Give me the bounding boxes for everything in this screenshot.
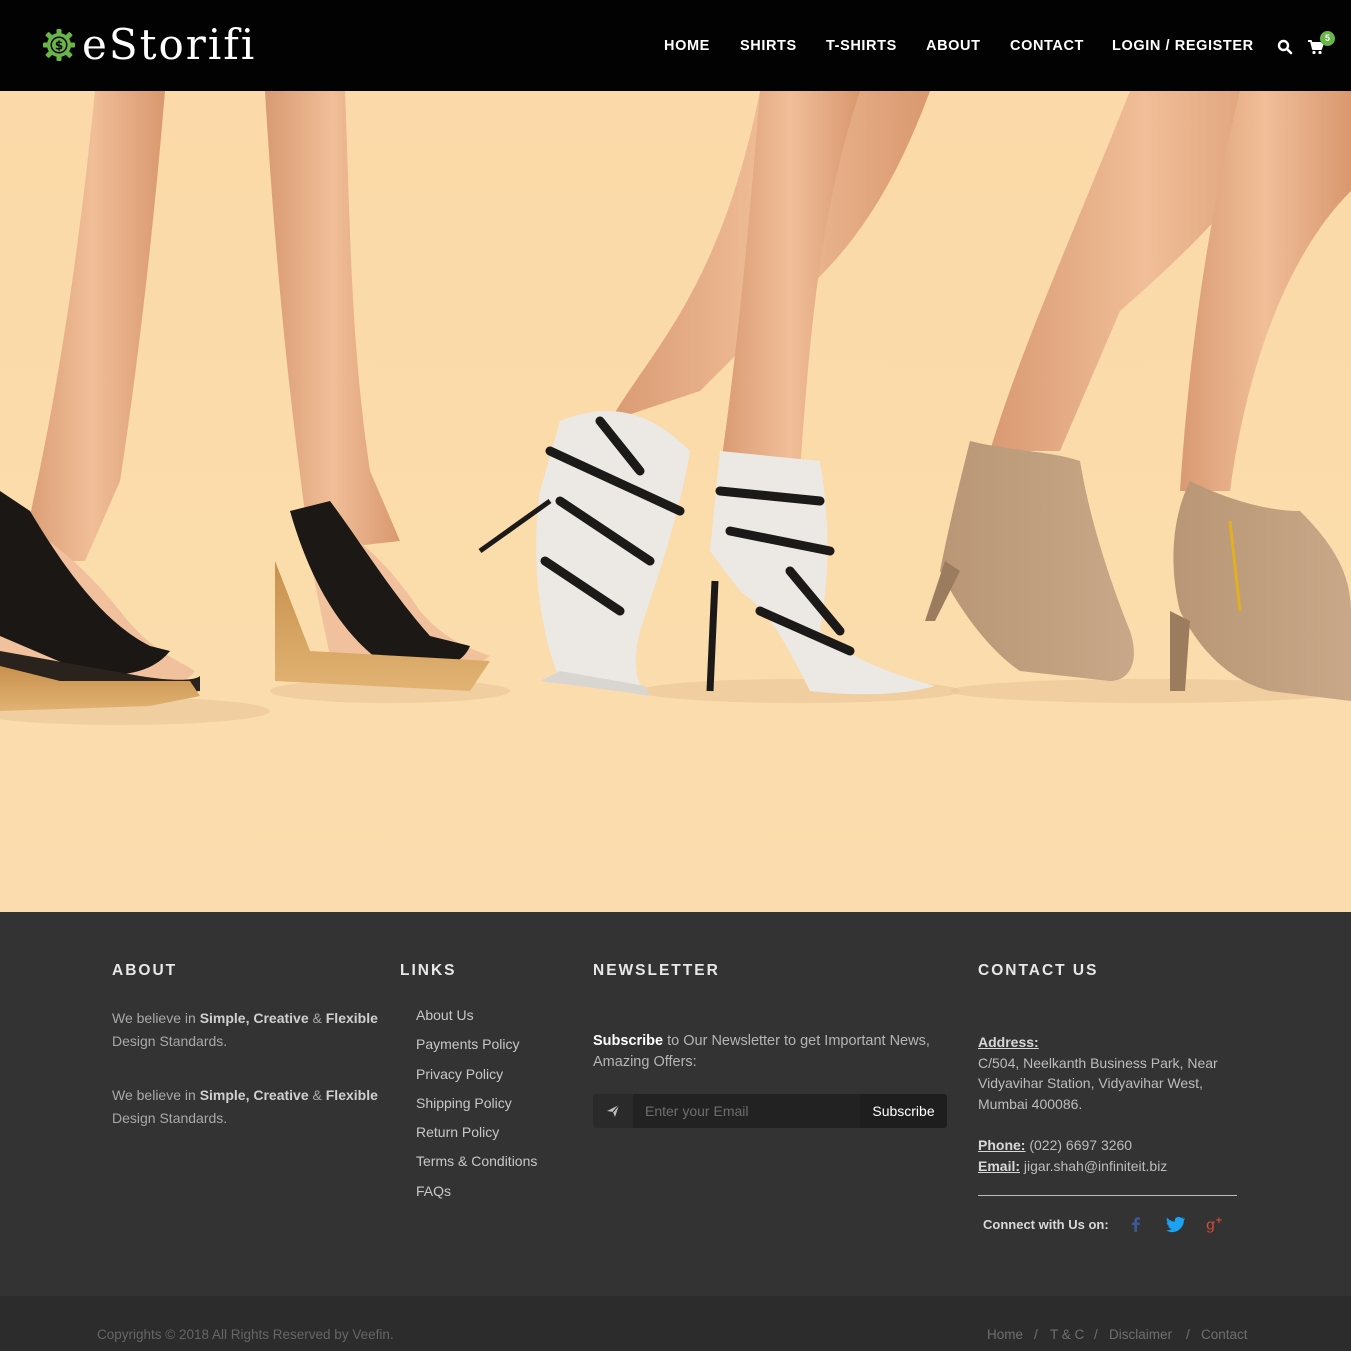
footer-about-title: ABOUT bbox=[112, 962, 178, 979]
footer-links-list: About Us Payments Policy Privacy Policy … bbox=[416, 1007, 537, 1212]
bottom-separator: / bbox=[1186, 1327, 1190, 1342]
bottom-separator: / bbox=[1034, 1327, 1038, 1342]
about-paragraph-2: We believe in Simple, Creative & Flexibl… bbox=[112, 1087, 378, 1126]
copyright-text: Copyrights © 2018 All Rights Reserved by… bbox=[97, 1327, 394, 1342]
nav-shirts[interactable]: SHIRTS bbox=[740, 38, 797, 54]
phone-value: (022) 6697 3260 bbox=[1025, 1137, 1133, 1153]
bottom-link-disclaimer[interactable]: Disclaimer bbox=[1109, 1327, 1172, 1342]
facebook-icon[interactable] bbox=[1126, 1214, 1146, 1234]
bottom-link-home[interactable]: Home bbox=[987, 1327, 1023, 1342]
footer-newsletter-title: NEWSLETTER bbox=[593, 962, 720, 979]
footer-link-privacy-policy[interactable]: Privacy Policy bbox=[416, 1066, 503, 1082]
twitter-icon[interactable] bbox=[1165, 1214, 1185, 1234]
svg-text:+: + bbox=[1215, 1216, 1223, 1226]
cart-count-badge: 5 bbox=[1320, 31, 1335, 46]
search-icon[interactable] bbox=[1277, 39, 1293, 55]
footer-link-about-us[interactable]: About Us bbox=[416, 1007, 474, 1023]
newsletter-description: Subscribe to Our Newsletter to get Impor… bbox=[593, 1033, 930, 1070]
address-label: Address: bbox=[978, 1034, 1039, 1050]
footer-link-return-policy[interactable]: Return Policy bbox=[416, 1124, 499, 1140]
nav-home[interactable]: HOME bbox=[664, 38, 710, 54]
newsletter-form: Subscribe bbox=[593, 1094, 947, 1128]
bottom-link-contact[interactable]: Contact bbox=[1201, 1327, 1248, 1342]
nav-login-register[interactable]: LOGIN / REGISTER bbox=[1112, 38, 1254, 54]
nav-contact[interactable]: CONTACT bbox=[1010, 38, 1084, 54]
hero-shoes-image bbox=[0, 91, 1351, 725]
phone-label: Phone: bbox=[978, 1137, 1026, 1153]
newsletter-email-input[interactable] bbox=[633, 1094, 860, 1128]
paper-plane-icon bbox=[593, 1094, 633, 1128]
connect-label: Connect with Us on: bbox=[983, 1217, 1109, 1232]
footer-link-faqs[interactable]: FAQs bbox=[416, 1183, 451, 1199]
svg-text:g: g bbox=[1206, 1217, 1215, 1233]
bottom-separator: / bbox=[1094, 1327, 1098, 1342]
footer-links-title: LINKS bbox=[400, 962, 457, 979]
footer-link-shipping-policy[interactable]: Shipping Policy bbox=[416, 1095, 512, 1111]
footer-contact-title: CONTACT US bbox=[978, 962, 1099, 979]
footer-link-terms-conditions[interactable]: Terms & Conditions bbox=[416, 1153, 537, 1169]
subscribe-button[interactable]: Subscribe bbox=[860, 1094, 947, 1128]
site-header: $ eStorifi HOME SHIRTS T-SHIRTS ABOUT CO… bbox=[0, 0, 1351, 91]
contact-divider bbox=[978, 1195, 1237, 1196]
email-label: Email: bbox=[978, 1157, 1021, 1174]
footer-link-payments-policy[interactable]: Payments Policy bbox=[416, 1036, 519, 1052]
address-text: C/504, Neelkanth Business Park, Near Vid… bbox=[978, 1054, 1218, 1112]
about-paragraph-1: We believe in Simple, Creative & Flexibl… bbox=[112, 1010, 378, 1049]
email-value[interactable]: jigar.shah@infiniteit.biz bbox=[1020, 1158, 1167, 1174]
hero-banner bbox=[0, 91, 1351, 912]
bottom-bar: Copyrights © 2018 All Rights Reserved by… bbox=[0, 1296, 1351, 1351]
nav-t-shirts[interactable]: T-SHIRTS bbox=[826, 38, 897, 54]
nav-about[interactable]: ABOUT bbox=[926, 38, 981, 54]
contact-details: Address: C/504, Neelkanth Business Park,… bbox=[978, 1032, 1248, 1176]
main-nav: HOME SHIRTS T-SHIRTS ABOUT CONTACT LOGIN… bbox=[0, 38, 1351, 56]
google-plus-icon[interactable]: g + bbox=[1206, 1214, 1226, 1234]
site-footer: ABOUT LINKS NEWSLETTER CONTACT US We bel… bbox=[0, 912, 1351, 1296]
bottom-link-tc[interactable]: T & C bbox=[1050, 1327, 1084, 1342]
